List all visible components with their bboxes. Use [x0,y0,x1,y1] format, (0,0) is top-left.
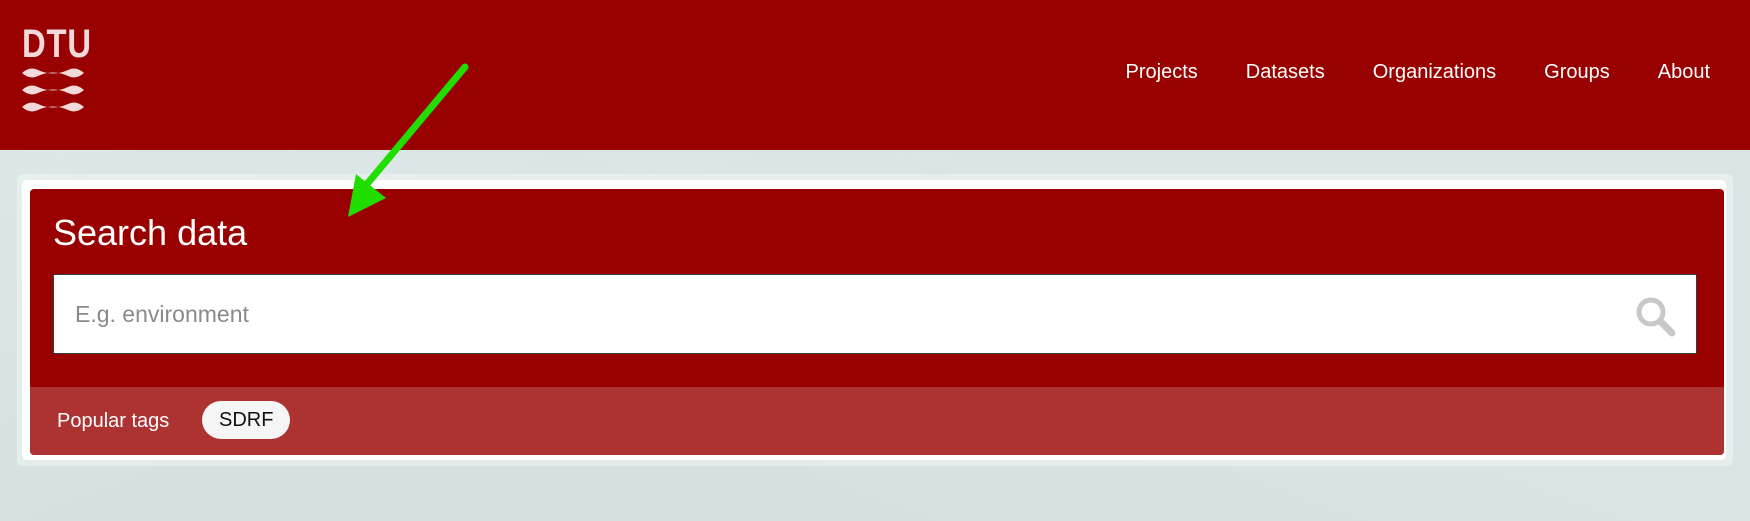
search-button[interactable] [1634,295,1678,339]
search-module: Search data Popular tags SDRF [30,189,1724,455]
search-box [53,274,1697,354]
main-nav: Projects Datasets Organizations Groups A… [1102,52,1750,92]
nav-projects[interactable]: Projects [1102,52,1222,92]
nav-about[interactable]: About [1634,52,1750,92]
search-input[interactable] [54,275,1696,353]
search-title: Search data [53,212,248,253]
dtu-logo[interactable]: DTU [22,24,91,116]
masthead: DTU Projects Datasets Organizations Grou… [0,0,1750,150]
search-icon [1636,297,1676,337]
logo-text: DTU [22,22,92,66]
nav-groups[interactable]: Groups [1520,52,1634,92]
nav-datasets[interactable]: Datasets [1222,52,1349,92]
logo-waves-icon [22,68,84,112]
popular-tags-label: Popular tags [57,410,170,432]
popular-tags-bar: Popular tags SDRF [30,387,1724,455]
tag-sdrf[interactable]: SDRF [202,401,291,439]
nav-organizations[interactable]: Organizations [1349,52,1520,92]
